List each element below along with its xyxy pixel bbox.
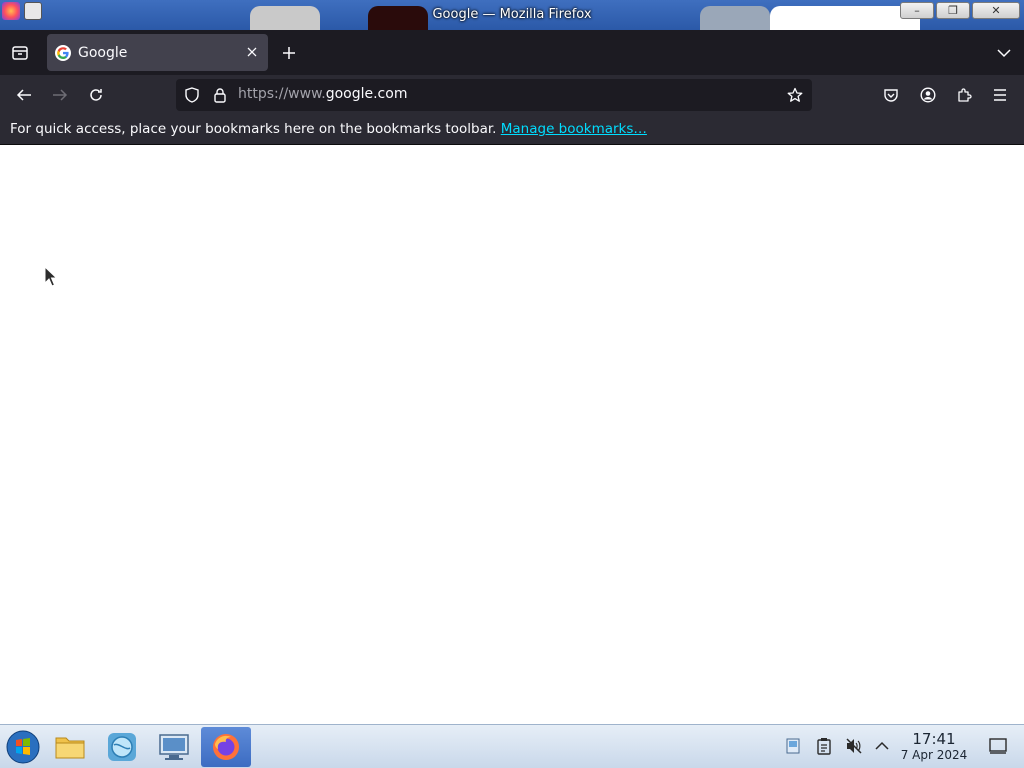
url-text[interactable]: https://www.google.com <box>238 86 407 102</box>
tab-strip: Google <box>0 30 1024 75</box>
show-desktop-icon[interactable] <box>987 735 1009 757</box>
start-button[interactable] <box>0 727 46 767</box>
window-title: Google — Mozilla Firefox <box>432 7 592 22</box>
clock-date: 7 Apr 2024 <box>900 748 968 762</box>
close-tab-icon[interactable] <box>244 44 260 60</box>
forward-icon[interactable] <box>48 83 72 107</box>
tracking-shield-icon[interactable] <box>184 87 200 103</box>
close-button[interactable]: ✕ <box>972 2 1020 19</box>
browser-globe-icon[interactable] <box>99 727 145 767</box>
mouse-cursor-icon <box>44 265 58 291</box>
bookmark-star-icon[interactable] <box>787 87 803 103</box>
minimize-button[interactable]: – <box>900 2 934 19</box>
firefox-taskbar-icon[interactable] <box>201 727 251 767</box>
volume-muted-icon[interactable] <box>843 735 865 757</box>
manage-bookmarks-link[interactable]: Manage bookmarks… <box>501 121 647 137</box>
list-all-tabs-icon[interactable] <box>993 42 1015 64</box>
account-icon[interactable] <box>916 83 940 107</box>
maximize-button[interactable]: ❐ <box>936 2 970 19</box>
tab-title: Google <box>78 44 128 61</box>
page-content[interactable] <box>0 145 1024 724</box>
google-g-icon <box>55 44 71 61</box>
pocket-icon[interactable] <box>879 83 903 107</box>
system-settings-icon[interactable] <box>151 727 197 767</box>
bookmarks-toolbar: For quick access, place your bookmarks h… <box>0 115 1024 145</box>
navigation-toolbar: https://www.google.com <box>0 75 1024 115</box>
network-icon[interactable] <box>782 735 804 757</box>
new-tab-icon[interactable] <box>278 42 300 64</box>
file-manager-icon[interactable] <box>47 727 93 767</box>
tab-google[interactable]: Google <box>47 34 268 71</box>
reload-icon[interactable] <box>84 83 108 107</box>
taskbar: 17:41 7 Apr 2024 <box>0 724 1024 768</box>
back-icon[interactable] <box>12 83 36 107</box>
tab-overview-icon[interactable] <box>9 42 31 64</box>
address-bar[interactable]: https://www.google.com <box>176 79 812 111</box>
tray-expand-icon[interactable] <box>871 735 893 757</box>
clipboard-icon[interactable] <box>813 735 835 757</box>
url-domain: google.com <box>325 86 408 102</box>
url-prefix: https://www. <box>238 86 326 102</box>
lock-icon[interactable] <box>212 87 228 103</box>
bookmarks-message-line: For quick access, place your bookmarks h… <box>10 121 647 137</box>
extensions-icon[interactable] <box>952 83 976 107</box>
clock-time: 17:41 <box>912 730 956 748</box>
menu-icon[interactable] <box>988 83 1012 107</box>
taskbar-clock[interactable]: 17:41 7 Apr 2024 <box>894 731 974 763</box>
window-controls: – ❐ ✕ <box>900 2 1020 19</box>
bookmarks-empty-message: For quick access, place your bookmarks h… <box>10 121 497 137</box>
window-titlebar[interactable]: Google — Mozilla Firefox – ❐ ✕ <box>0 0 1024 30</box>
